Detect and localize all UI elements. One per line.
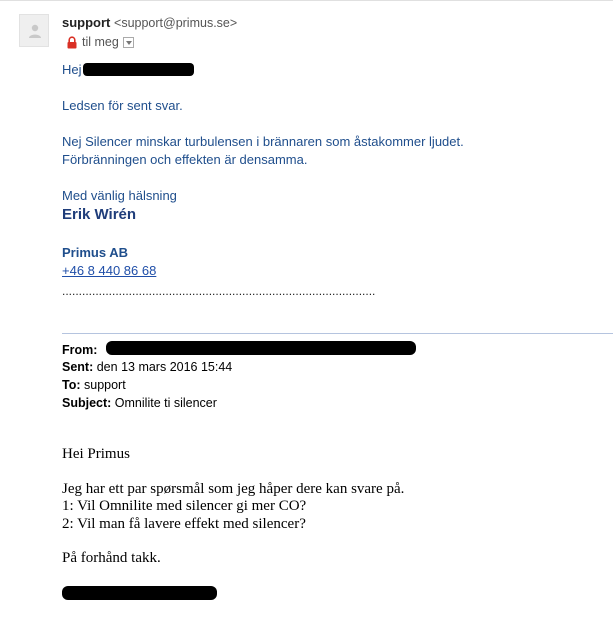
redacted-signature xyxy=(62,586,217,600)
lock-icon xyxy=(67,35,77,48)
dotted-separator: ........................................… xyxy=(62,284,376,298)
quoted-subject-row: Subject: Omnilite ti silencer xyxy=(62,394,217,412)
reply-closing: Med vänlig hälsning xyxy=(62,188,177,203)
quoted-sent-row: Sent: den 13 mars 2016 15:44 xyxy=(62,358,232,376)
chevron-down-icon[interactable] xyxy=(122,36,134,48)
subject-label: Subject: xyxy=(62,396,112,410)
recipient-line: til meg xyxy=(66,35,134,49)
reply-para-line-1: Nej Silencer minskar turbulensen i bränn… xyxy=(62,134,464,149)
sender-name[interactable]: support xyxy=(62,15,110,30)
subject-value: Omnilite ti silencer xyxy=(114,396,217,410)
quote-divider xyxy=(62,333,613,334)
reply-para-line-2: Förbränningen och effekten är densamma. xyxy=(62,152,308,167)
to-label: To: xyxy=(62,378,81,392)
reply-greeting: Hej xyxy=(62,62,82,77)
signature-company: Primus AB xyxy=(62,245,128,260)
quoted-to-row: To: support xyxy=(62,376,126,394)
from-label: From: xyxy=(62,343,98,357)
recipient-label: til meg xyxy=(82,35,119,49)
top-divider xyxy=(0,0,613,1)
signature-name: Erik Wirén xyxy=(62,206,137,223)
quoted-line-1: Jeg har ett par spørsmål som jeg håper d… xyxy=(62,481,405,497)
to-value: support xyxy=(84,378,126,392)
quoted-from-row: From: xyxy=(62,341,97,359)
quoted-thanks: På forhånd takk. xyxy=(62,550,161,566)
reply-line-1: Ledsen för sent svar. xyxy=(62,98,183,113)
person-icon xyxy=(29,24,41,38)
sent-value: den 13 mars 2016 15:44 xyxy=(96,360,233,374)
quoted-line-2: 1: Vil Omnilite med silencer gi mer CO? xyxy=(62,498,307,514)
phone-link[interactable]: +46 8 440 86 68 xyxy=(62,262,156,280)
quoted-line-3: 2: Vil man få lavere effekt med silencer… xyxy=(62,516,306,532)
sent-label: Sent: xyxy=(62,360,94,374)
quoted-greeting: Hei Primus xyxy=(62,446,130,462)
sender-line: support <support@primus.se> xyxy=(62,15,237,30)
sender-avatar[interactable] xyxy=(19,14,49,47)
sender-email: <support@primus.se> xyxy=(114,16,238,30)
redacted-from xyxy=(106,341,416,355)
redacted-name xyxy=(83,63,194,76)
